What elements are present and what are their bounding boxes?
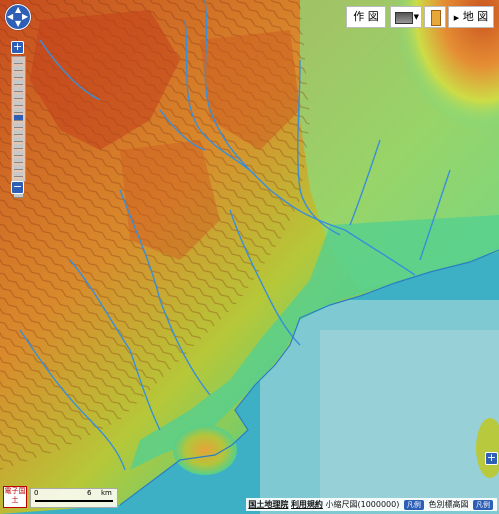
- zoom-slider[interactable]: [11, 56, 26, 198]
- gsi-link[interactable]: 国土地理院: [248, 500, 288, 509]
- ruler-icon: [431, 10, 441, 26]
- attribution-bar: 国土地理院 利用規約 小縮尺図(1000000) 凡例 色別標高図 凡例: [246, 498, 497, 511]
- dropdown-arrow-icon: ▼: [413, 13, 419, 21]
- zoom-out-button[interactable]: −: [11, 181, 24, 194]
- elevation-map[interactable]: [0, 0, 499, 514]
- pan-right-arrow-icon[interactable]: ▶: [22, 13, 28, 21]
- secondary-zoom-in-button[interactable]: +: [485, 452, 498, 465]
- layer-select-button[interactable]: ▼: [390, 6, 422, 28]
- pan-control[interactable]: ▲ ▼ ◀ ▶: [5, 4, 31, 30]
- sea-light: [320, 330, 499, 510]
- draw-button-label: 作 図: [353, 10, 379, 23]
- denshi-kokudo-logo: 電子国土: [3, 486, 27, 508]
- zoom-slider-handle[interactable]: [14, 115, 23, 121]
- pan-left-arrow-icon[interactable]: ◀: [7, 13, 13, 21]
- base-map-name: 小縮尺図(1000000): [325, 500, 400, 509]
- legend-button-1[interactable]: 凡例: [403, 500, 424, 510]
- draw-button[interactable]: 作 図: [346, 6, 386, 28]
- terms-link[interactable]: 利用規約: [291, 500, 323, 509]
- layer-name: 色別標高図: [428, 500, 469, 509]
- layer-thumbnail-icon: [395, 12, 413, 24]
- scale-unit: km: [101, 489, 112, 497]
- legend-button-2[interactable]: 凡例: [473, 500, 493, 510]
- play-icon: ▶: [453, 14, 460, 22]
- pan-down-arrow-icon[interactable]: ▼: [15, 20, 21, 28]
- ruler-tool-button[interactable]: [424, 6, 446, 28]
- scale-line: [35, 500, 113, 502]
- coastal-hill: [173, 425, 237, 475]
- map-button[interactable]: ▶ 地 図: [448, 6, 494, 28]
- scale-zero: 0: [34, 489, 39, 497]
- pan-up-arrow-icon[interactable]: ▲: [15, 6, 21, 14]
- scale-bar: 0 6 km: [30, 488, 118, 508]
- zoom-in-button[interactable]: +: [11, 41, 24, 54]
- logo-text: 電子国土: [4, 487, 26, 504]
- scale-distance: 6: [87, 489, 92, 497]
- map-button-label: 地 図: [462, 10, 489, 23]
